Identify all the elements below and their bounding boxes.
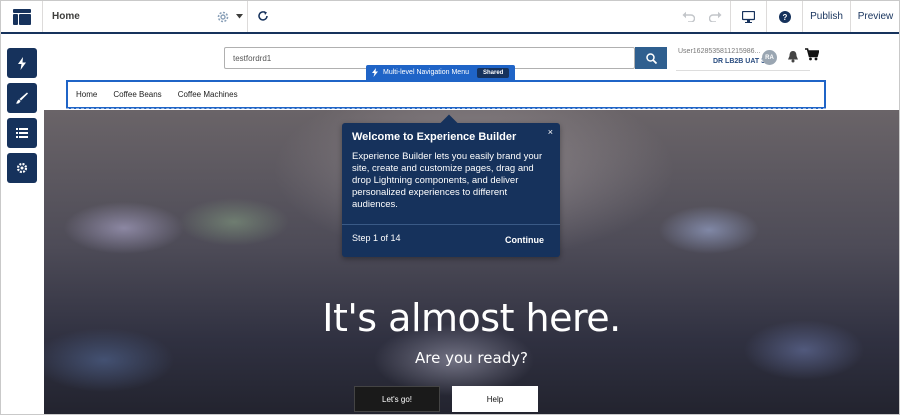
settings-button[interactable]	[7, 153, 37, 183]
cart-icon[interactable]	[805, 48, 819, 61]
component-label[interactable]: Multi-level Navigation Menu Shared	[366, 65, 516, 80]
components-button[interactable]	[7, 48, 37, 78]
search-button[interactable]	[635, 47, 667, 69]
bell-icon[interactable]	[787, 50, 799, 63]
refresh-icon[interactable]	[257, 10, 269, 22]
hero-subtitle: Are you ready?	[414, 349, 529, 367]
search-icon	[645, 52, 657, 64]
close-icon[interactable]: ×	[548, 127, 553, 137]
hero-title: It's almost here.	[322, 296, 621, 340]
device-preview-button[interactable]	[730, 1, 766, 32]
publish-button[interactable]: Publish	[802, 1, 850, 32]
popover-body: Experience Builder lets you easily brand…	[352, 151, 543, 210]
builder-toolbar: Home ? Publish Preview	[1, 1, 899, 34]
page-selector[interactable]: Home	[43, 1, 248, 32]
undo-icon	[682, 11, 695, 22]
builder-left-panel	[1, 36, 44, 414]
welcome-popover: × Welcome to Experience Builder Experien…	[342, 114, 560, 257]
divider	[342, 224, 560, 225]
page-settings-icon[interactable]	[216, 10, 230, 24]
gear-icon	[16, 162, 28, 174]
nav-item-home[interactable]: Home	[76, 90, 97, 99]
lets-go-button[interactable]: Let's go!	[354, 386, 440, 412]
layout-icon	[12, 8, 31, 25]
help-hero-button[interactable]: Help	[452, 386, 538, 412]
redo-button[interactable]	[703, 1, 727, 32]
undo-button[interactable]	[676, 1, 700, 32]
page-name: Home	[52, 11, 80, 22]
page-structure-button[interactable]	[7, 118, 37, 148]
svg-text:?: ?	[782, 13, 787, 22]
lightning-icon	[18, 56, 26, 70]
lightning-icon	[372, 68, 378, 77]
preview-button[interactable]: Preview	[850, 1, 899, 32]
user-organization: DR LB2B UAT 3	[713, 58, 765, 65]
nav-item-coffee-machines[interactable]: Coffee Machines	[178, 90, 238, 99]
avatar: RA	[762, 50, 777, 65]
step-counter: Step 1 of 14	[352, 233, 401, 243]
list-icon	[16, 128, 28, 138]
continue-button[interactable]: Continue	[505, 235, 544, 245]
component-name: Multi-level Navigation Menu	[383, 69, 469, 76]
help-button[interactable]: ?	[766, 1, 802, 32]
redo-icon	[708, 11, 721, 22]
app-menu-button[interactable]	[1, 1, 43, 32]
popover-title: Welcome to Experience Builder	[352, 131, 517, 143]
user-name: User1628535811215986...	[678, 48, 760, 55]
nav-item-coffee-beans[interactable]: Coffee Beans	[113, 90, 161, 99]
navigation-menu[interactable]: Home Coffee Beans Coffee Machines	[66, 80, 826, 109]
help-icon: ?	[778, 10, 791, 23]
chevron-down-icon[interactable]	[236, 14, 243, 19]
theme-button[interactable]	[7, 83, 37, 113]
brush-icon	[16, 92, 28, 104]
desktop-icon	[742, 10, 755, 23]
experience-builder-window: Home ? Publish Preview testfordrd1 User1…	[0, 0, 900, 415]
shared-badge: Shared	[476, 67, 510, 78]
